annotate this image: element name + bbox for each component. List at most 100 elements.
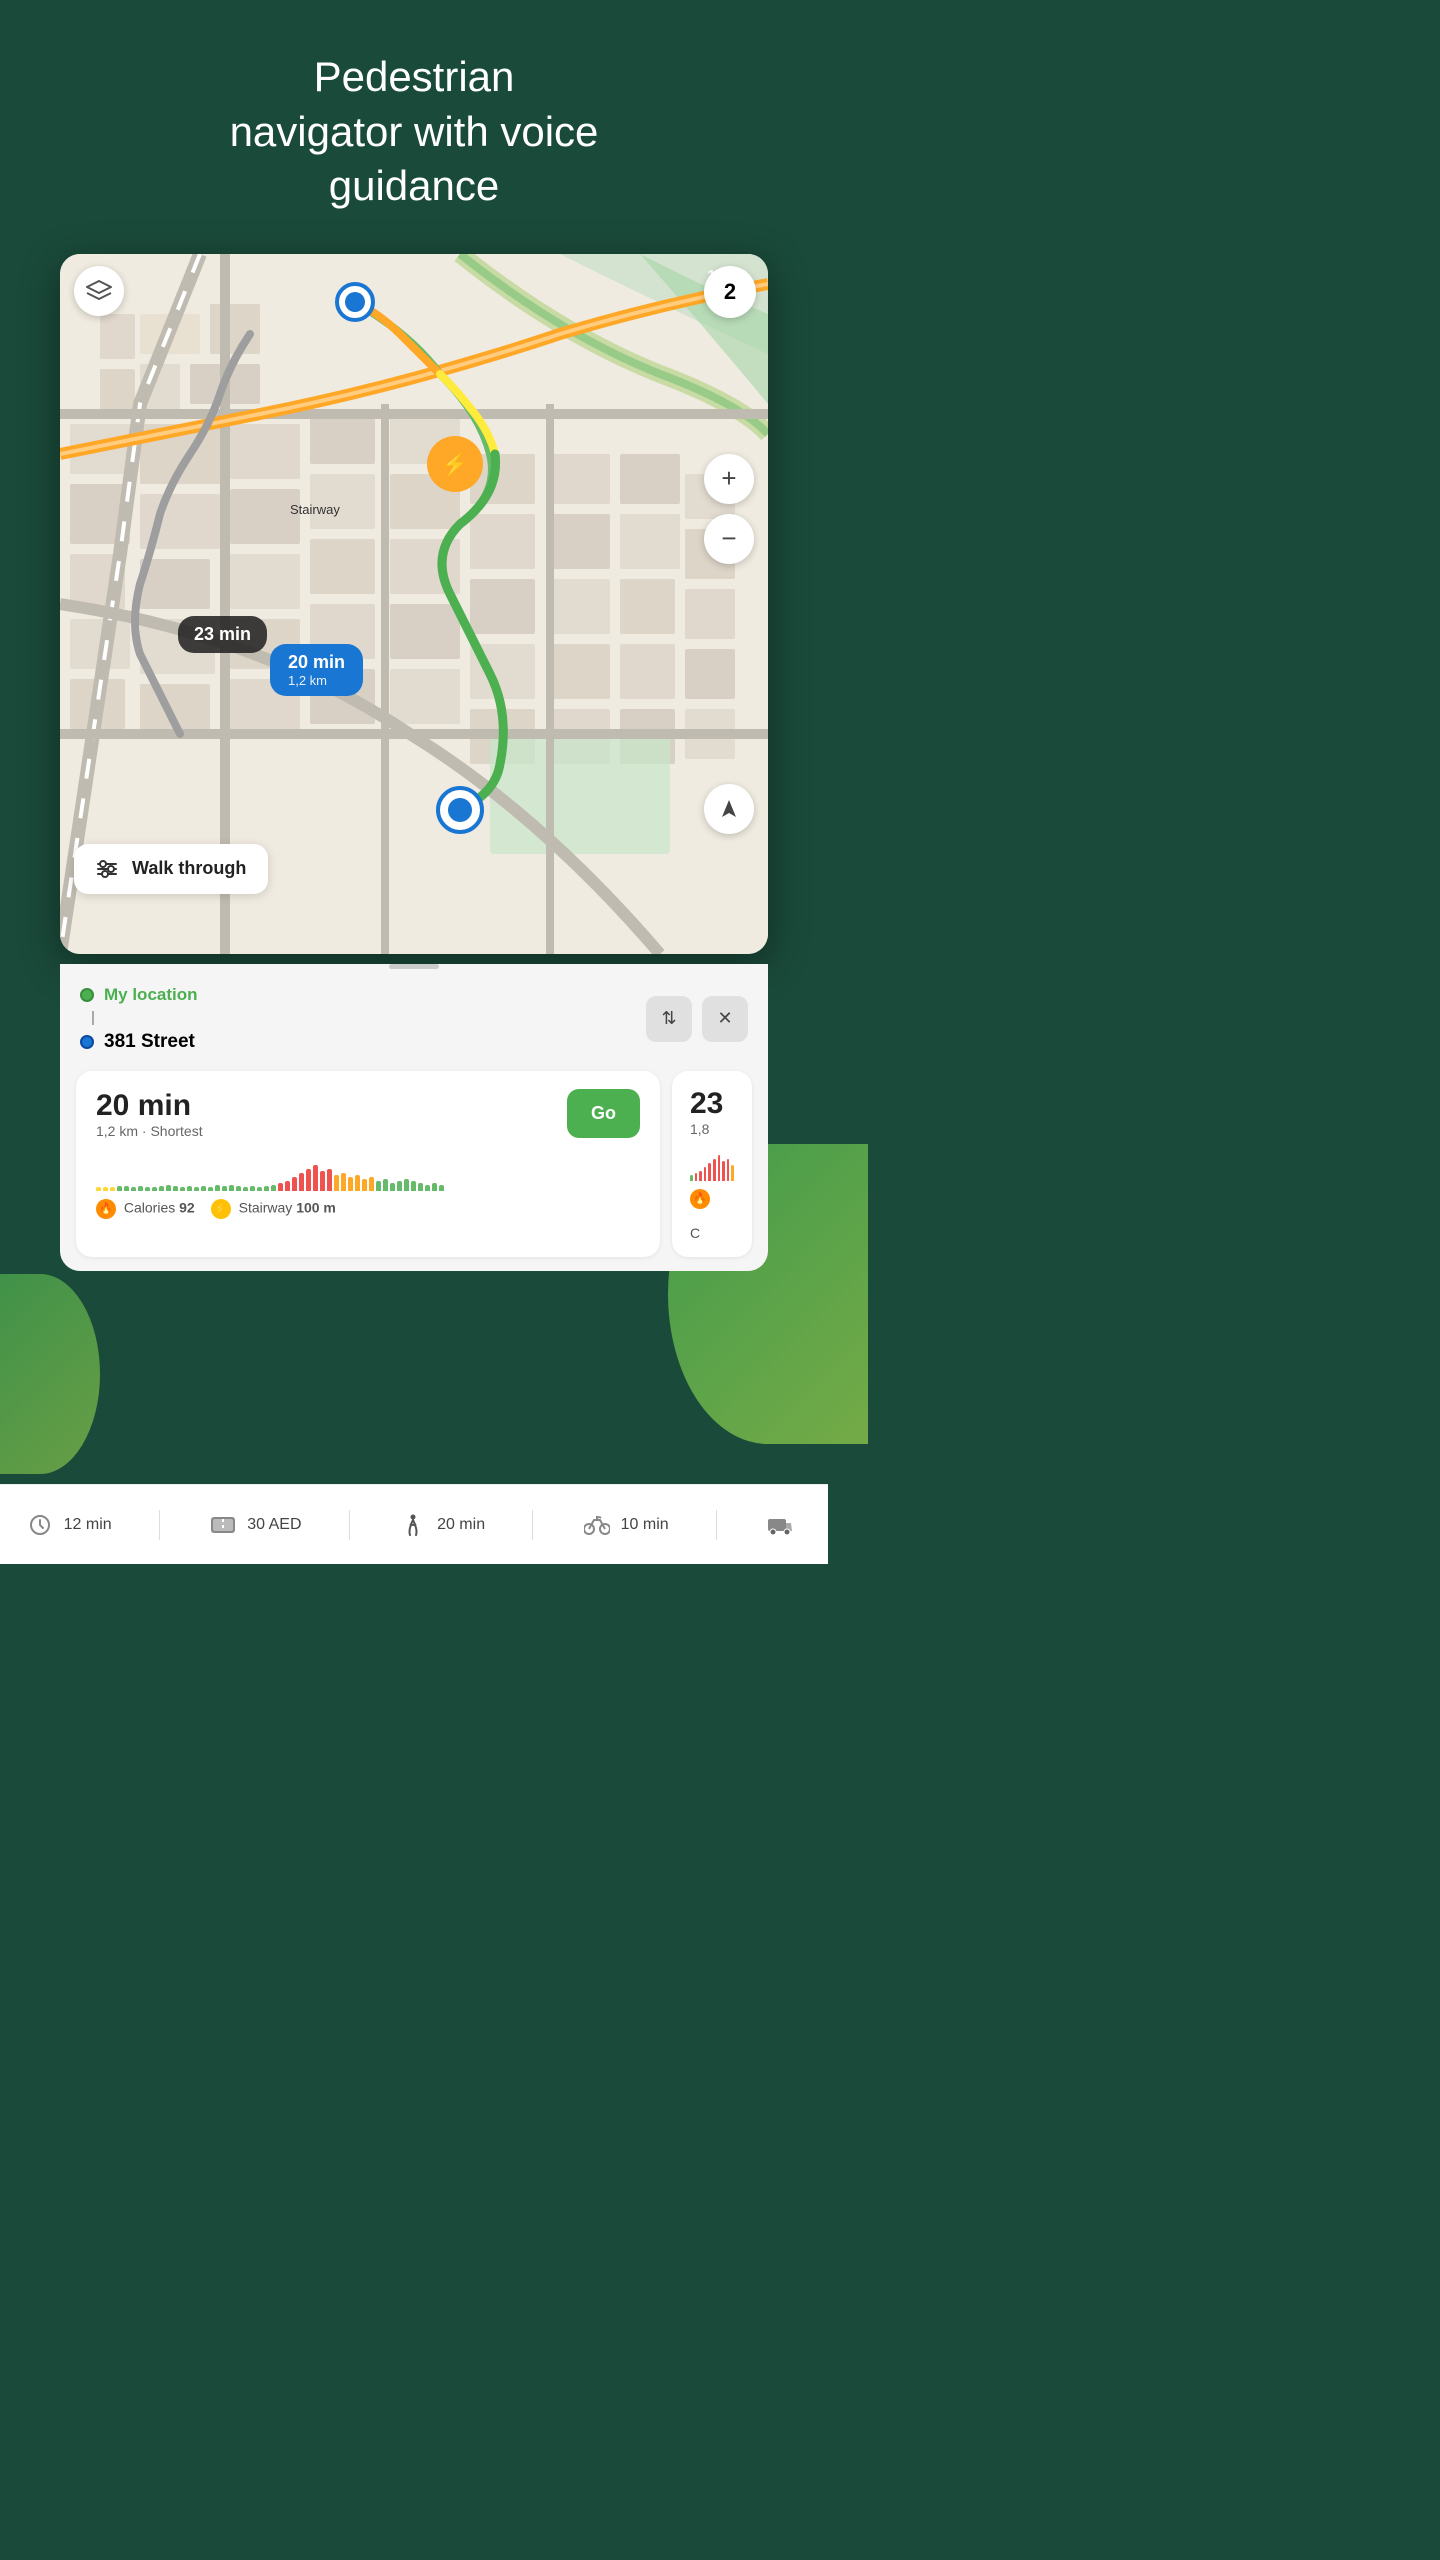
close-icon: ✕: [717, 1008, 732, 1029]
elevation-bar-alt: [722, 1161, 725, 1181]
route-top: 20 min 1,2 km · Shortest Go: [96, 1089, 640, 1147]
elevation-bar: [222, 1186, 227, 1191]
elevation-bar: [418, 1183, 423, 1191]
elevation-chart-alt: [690, 1145, 734, 1181]
origin-dot: [80, 988, 94, 1002]
road-icon: [207, 1513, 239, 1537]
elevation-bar: [404, 1179, 409, 1191]
calories-icon: 🔥: [96, 1199, 116, 1219]
elevation-bar: [313, 1165, 318, 1191]
zoom-in-button[interactable]: +: [704, 454, 754, 504]
filter-icon: [96, 858, 118, 880]
elevation-bar: [348, 1177, 353, 1191]
navigate-button[interactable]: [704, 784, 754, 834]
elevation-bar: [236, 1186, 241, 1191]
truck-icon: [764, 1513, 796, 1537]
location-connector: [92, 1011, 94, 1025]
route-alt-meta: 🔥 C: [690, 1189, 734, 1241]
routes-row: 20 min 1,2 km · Shortest Go 🔥 Calories 9…: [60, 1061, 768, 1271]
nav-walk-label: 20 min: [437, 1516, 485, 1534]
stairway-icon: ⚡: [211, 1199, 231, 1219]
route-alt-detail: 1,8: [690, 1121, 734, 1137]
elevation-bar: [201, 1186, 206, 1191]
elevation-bar: [278, 1183, 283, 1191]
elevation-bar: [124, 1186, 129, 1191]
close-button[interactable]: ✕: [702, 996, 748, 1042]
calories-meta: 🔥 Calories 92: [96, 1199, 195, 1219]
elevation-bar: [208, 1187, 213, 1191]
elevation-bar: [320, 1171, 325, 1191]
destination-label: 381 Street: [104, 1031, 195, 1053]
elevation-bar: [152, 1187, 157, 1191]
elevation-bar-alt: [690, 1175, 693, 1181]
nav-item-walk[interactable]: 20 min: [397, 1513, 485, 1537]
calories-alt: C: [690, 1225, 700, 1241]
route-main-info: 20 min 1,2 km · Shortest: [96, 1089, 203, 1147]
bottom-panel: My location 381 Street ⇅ ✕ 20 min: [60, 964, 768, 1271]
route-card-alt[interactable]: 23 1,8 🔥 C: [672, 1071, 752, 1257]
elevation-bar: [383, 1179, 388, 1191]
elevation-bar-alt: [718, 1155, 721, 1181]
elevation-bar: [117, 1186, 122, 1191]
destination-row: 381 Street: [80, 1031, 198, 1053]
elevation-bar: [390, 1183, 395, 1191]
stairway-meta: ⚡ Stairway 100 m: [211, 1199, 336, 1219]
elevation-bar: [271, 1185, 276, 1191]
elevation-bar: [341, 1173, 346, 1191]
layers-button[interactable]: [74, 266, 124, 316]
zoom-out-button[interactable]: −: [704, 514, 754, 564]
walk-through-label: Walk through: [132, 858, 246, 879]
location-info: My location 381 Street: [80, 985, 198, 1053]
elevation-bar: [355, 1175, 360, 1191]
elevation-bar: [138, 1186, 143, 1191]
elevation-bar: [306, 1169, 311, 1191]
elevation-bar: [362, 1179, 367, 1191]
elevation-bar-alt: [708, 1163, 711, 1181]
nav-road-label: 30 AED: [247, 1516, 301, 1534]
elevation-bar: [292, 1177, 297, 1191]
clock-icon: [24, 1513, 56, 1537]
elevation-bar: [425, 1185, 430, 1191]
elevation-bar: [327, 1169, 332, 1191]
elevation-bar: [215, 1185, 220, 1191]
nav-sep-1: [159, 1510, 160, 1540]
nav-item-bike[interactable]: 10 min: [581, 1513, 669, 1537]
svg-text:⚡: ⚡: [441, 452, 468, 478]
elevation-bar: [369, 1177, 374, 1191]
route-alt-time: 23: [690, 1087, 734, 1121]
elevation-bar: [110, 1187, 115, 1191]
nav-sep-2: [349, 1510, 350, 1540]
bike-icon: [581, 1513, 613, 1537]
elevation-bar: [439, 1185, 444, 1191]
route-meta: 🔥 Calories 92 ⚡ Stairway 100 m: [96, 1199, 640, 1219]
elevation-bar: [334, 1175, 339, 1191]
nav-clock-label: 12 min: [64, 1516, 112, 1534]
elevation-bar: [376, 1181, 381, 1191]
stairway-meta-value: 100 m: [296, 1199, 336, 1215]
bottom-nav: 12 min 30 AED 20 min: [0, 1484, 828, 1564]
route-card-main[interactable]: 20 min 1,2 km · Shortest Go 🔥 Calories 9…: [76, 1071, 660, 1257]
elevation-bar: [166, 1185, 171, 1191]
nav-item-road[interactable]: 30 AED: [207, 1513, 301, 1537]
calories-icon-alt: 🔥: [690, 1189, 710, 1209]
elevation-bar: [243, 1187, 248, 1191]
page-title: Pedestriannavigator with voiceguidance: [0, 0, 828, 254]
elevation-bar-alt: [731, 1165, 734, 1181]
stairway-meta-label: Stairway: [239, 1199, 293, 1215]
walk-through-button[interactable]: Walk through: [74, 844, 268, 894]
elevation-bar-alt: [727, 1159, 730, 1181]
elevation-bar-alt: [704, 1167, 707, 1181]
nav-item-truck[interactable]: [764, 1513, 804, 1537]
nav-sep-4: [716, 1510, 717, 1540]
elevation-bar: [96, 1187, 101, 1191]
swap-button[interactable]: ⇅: [646, 996, 692, 1042]
elevation-bar-alt: [713, 1159, 716, 1181]
nav-sep-3: [532, 1510, 533, 1540]
route-time-bubble-main: 20 min 1,2 km: [270, 644, 363, 696]
elevation-bar: [145, 1187, 150, 1191]
go-button[interactable]: Go: [567, 1089, 640, 1138]
elevation-bar: [103, 1187, 108, 1191]
location-row: My location 381 Street ⇅ ✕: [60, 969, 768, 1061]
nav-item-clock[interactable]: 12 min: [24, 1513, 112, 1537]
route-main-detail: 1,2 km · Shortest: [96, 1123, 203, 1139]
